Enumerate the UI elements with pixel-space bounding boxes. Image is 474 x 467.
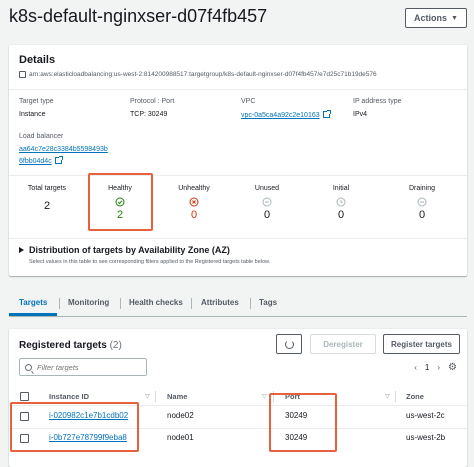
actions-label: Actions <box>414 13 448 23</box>
load-balancer-link-line2[interactable]: 6fbb04d4c <box>19 156 63 165</box>
stat-initial[interactable]: Initial 0 <box>305 185 377 221</box>
stat-draining[interactable]: Draining 0 <box>386 185 458 221</box>
column-zone[interactable]: Zone <box>406 392 424 401</box>
stat-unhealthy[interactable]: Unhealthy 0 <box>158 185 230 221</box>
deregister-button[interactable]: Deregister <box>310 334 376 354</box>
sort-icon[interactable]: ▽ <box>145 393 150 400</box>
instance-zone: us-west-2b <box>406 433 446 442</box>
registered-targets-count: (2) <box>109 340 122 351</box>
protocol-port-label: Protocol : Port <box>130 98 175 105</box>
register-targets-button[interactable]: Register targets <box>383 334 460 354</box>
actions-button[interactable]: Actions ▼ <box>405 8 467 28</box>
target-type-label: Target type <box>19 98 54 105</box>
minus-circle-icon <box>417 197 427 207</box>
caret-down-icon: ▼ <box>451 14 458 22</box>
stat-unused[interactable]: Unused 0 <box>231 185 303 221</box>
tab-monitoring[interactable]: Monitoring <box>68 298 109 307</box>
filter-targets-field[interactable] <box>19 358 147 376</box>
registered-targets-heading: Registered targets <box>19 340 107 351</box>
tab-targets[interactable]: Targets <box>19 298 47 307</box>
caret-right-icon <box>19 247 24 253</box>
instance-name: node02 <box>167 411 194 420</box>
refresh-button[interactable] <box>276 334 302 354</box>
stat-total: Total targets 2 <box>11 185 83 212</box>
healthy-highlight-box <box>88 173 153 231</box>
registered-targets-title: Registered targets (2) <box>19 340 122 351</box>
arn-text: arn:aws:elasticloadbalancing:us-west-2:8… <box>29 71 377 78</box>
load-balancer-link-line1[interactable]: aa64c7e28c3384b5598493b <box>19 146 108 153</box>
page-header: k8s-default-nginxser-d07f4fb457 Actions … <box>9 6 467 30</box>
stat-label: Unused <box>254 185 280 192</box>
tab-health-checks[interactable]: Health checks <box>129 298 183 307</box>
column-instance-id[interactable]: Instance ID <box>49 392 89 401</box>
stat-value: 0 <box>190 209 198 221</box>
stat-value: 2 <box>43 200 51 212</box>
target-type-value: Instance <box>19 111 46 118</box>
next-page-icon[interactable]: › <box>437 363 440 372</box>
tab-active-indicator <box>9 313 57 316</box>
tab-tags[interactable]: Tags <box>259 298 277 307</box>
registered-targets-panel: Registered targets (2) Deregister Regist… <box>9 329 467 467</box>
divider <box>9 89 467 90</box>
stat-label: Initial <box>332 185 350 192</box>
page-title: k8s-default-nginxser-d07f4fb457 <box>9 6 268 26</box>
details-title: Details <box>19 54 56 66</box>
search-icon <box>25 363 32 371</box>
clock-icon <box>336 197 346 207</box>
column-name[interactable]: Name <box>167 392 187 401</box>
vpc-link[interactable]: vpc-0a5ca4a92c2e10163 <box>241 110 331 119</box>
load-balancer-label: Load balancer <box>19 133 64 140</box>
sort-icon[interactable]: ▽ <box>385 393 390 400</box>
arn-row: arn:aws:elasticloadbalancing:us-west-2:8… <box>19 71 377 78</box>
stat-value: 0 <box>418 209 426 221</box>
gear-icon[interactable]: ⚙ <box>448 362 457 373</box>
vpc-link-text: vpc-0a5ca4a92c2e10163 <box>241 112 320 119</box>
refresh-icon <box>284 339 294 349</box>
port-highlight-box <box>269 393 337 452</box>
copy-icon[interactable] <box>19 71 26 78</box>
stat-label: Unhealthy <box>178 185 210 192</box>
column-separator <box>395 391 396 402</box>
ip-type-value: IPv4 <box>353 111 368 118</box>
page-number[interactable]: 1 <box>425 363 429 372</box>
x-circle-icon <box>189 197 199 207</box>
pagination: ‹ 1 › ⚙ <box>414 362 457 373</box>
az-toggle[interactable]: Distribution of targets by Availability … <box>19 245 230 255</box>
tab-separator <box>120 298 121 309</box>
sort-icon[interactable]: ▽ <box>262 393 267 400</box>
filter-targets-input[interactable] <box>37 362 137 372</box>
az-description: Select values in this table to see corre… <box>29 259 271 265</box>
tab-separator <box>250 298 251 309</box>
stat-value: 0 <box>337 209 345 221</box>
stat-label: Draining <box>408 185 436 192</box>
external-link-icon <box>322 110 331 118</box>
minus-circle-icon <box>262 197 272 207</box>
details-panel: Details arn:aws:elasticloadbalancing:us-… <box>9 45 467 276</box>
instance-highlight-box <box>10 402 139 452</box>
stat-label: Total targets <box>27 185 67 192</box>
instance-zone: us-west-2c <box>406 411 445 420</box>
tab-separator <box>191 298 192 309</box>
ip-type-label: IP address type <box>353 98 402 105</box>
stat-value: 0 <box>263 209 271 221</box>
vpc-label: VPC <box>241 98 256 105</box>
prev-page-icon[interactable]: ‹ <box>414 363 417 372</box>
external-link-icon <box>54 156 63 164</box>
divider <box>9 238 467 239</box>
instance-name: node01 <box>167 433 194 442</box>
tab-bar: Targets Monitoring Health checks Attribu… <box>9 293 467 317</box>
az-title: Distribution of targets by Availability … <box>29 245 230 255</box>
tab-separator <box>59 298 60 309</box>
column-separator <box>155 391 156 402</box>
protocol-port-value: TCP: 30249 <box>130 111 168 118</box>
divider <box>9 175 467 176</box>
load-balancer-link-text: 6fbb04d4c <box>19 158 52 165</box>
select-all-checkbox[interactable] <box>20 392 29 401</box>
tab-attributes[interactable]: Attributes <box>201 298 239 307</box>
